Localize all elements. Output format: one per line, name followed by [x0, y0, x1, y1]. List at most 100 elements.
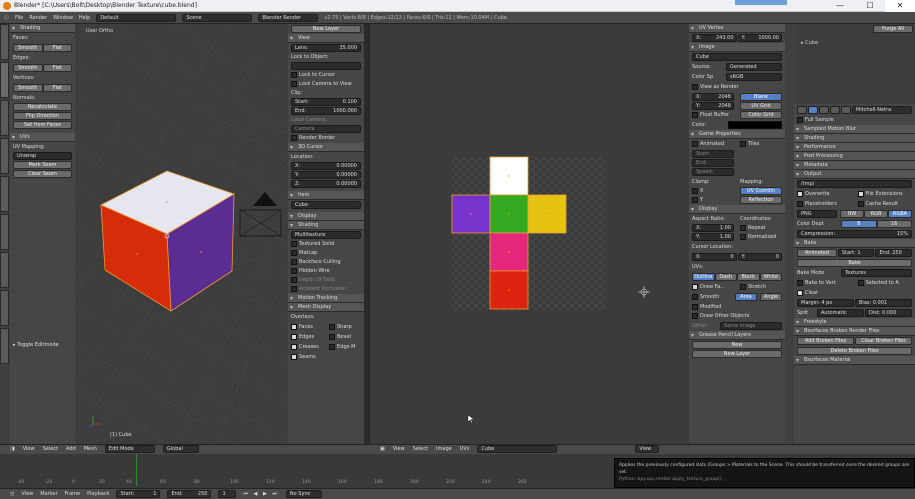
menu-window[interactable]: Window: [53, 15, 73, 21]
flip-direction-button[interactable]: Flip Direction: [13, 112, 72, 120]
3d-cursor-header[interactable]: 3D Cursor: [288, 143, 364, 152]
layout-selector[interactable]: Default: [96, 13, 177, 22]
depth-16-button[interactable]: 16: [876, 220, 912, 228]
smooth-item[interactable]: Smooth: [692, 293, 729, 301]
normalized-checkbox[interactable]: [740, 233, 746, 240]
creases-overlay-row[interactable]: Creases: [291, 343, 323, 351]
clamp-y-checkbox[interactable]: [692, 196, 698, 203]
3d-viewport[interactable]: User Ortho (1) Cube: [75, 24, 288, 444]
ao-checkbox[interactable]: [291, 285, 297, 292]
minimize-button[interactable]: —: [825, 0, 855, 12]
render-border-checkbox[interactable]: [291, 134, 297, 141]
tab-relations[interactable]: [0, 214, 9, 250]
blank-button[interactable]: Blank: [740, 93, 782, 101]
repeat-checkbox[interactable]: [740, 224, 746, 231]
creases-overlay-checkbox[interactable]: [291, 343, 297, 350]
recalculate-button[interactable]: Recalculate: [13, 103, 72, 111]
vertices-flat-button[interactable]: Flat: [42, 84, 72, 92]
add-broken-files-button[interactable]: Add Broken Files: [797, 337, 854, 345]
ao-row[interactable]: Ambient Occlusion: [291, 285, 361, 293]
timeline-editor-icon[interactable]: ◷: [10, 491, 14, 497]
image-name-field[interactable]: Cube: [692, 53, 782, 61]
tl-menu-marker[interactable]: Marker: [40, 491, 57, 497]
draw-faces-item[interactable]: Draw Fa...: [692, 283, 734, 291]
mitchell-netravali-filter[interactable]: Mitchell-Netra: [852, 106, 912, 114]
vp-menu-view[interactable]: View: [23, 446, 35, 452]
render-border-row[interactable]: Render Border: [291, 134, 361, 142]
shading-mode-dropdown[interactable]: Multitexture: [291, 231, 361, 239]
faces-overlay-checkbox[interactable]: [291, 323, 297, 330]
textured-solid-row[interactable]: Textured Solid: [291, 240, 361, 248]
cache-result-item[interactable]: Cache Result: [857, 200, 913, 208]
seams-overlay-checkbox[interactable]: [291, 353, 297, 360]
output-path-field[interactable]: /tmp/: [797, 180, 912, 188]
reflection-button[interactable]: Reflection: [740, 196, 782, 204]
uv-y-field[interactable]: Y: 1000.00: [737, 34, 782, 42]
world-tab-icon[interactable]: [830, 106, 840, 114]
gp-new-layer-button[interactable]: New Layer: [692, 350, 782, 358]
edges-overlay-checkbox[interactable]: [291, 333, 297, 340]
mesh-display-header[interactable]: Mesh Display: [288, 303, 364, 312]
viewport-editor-icon[interactable]: ◨: [10, 446, 15, 452]
scene-tab-icon[interactable]: [819, 106, 829, 114]
color-grid-button[interactable]: Color Grid: [740, 111, 782, 119]
menu-render[interactable]: Render: [29, 15, 47, 21]
view-as-render-checkbox[interactable]: [692, 83, 698, 90]
delete-broken-files-button[interactable]: Delete Broken Files: [797, 347, 912, 355]
tab-options[interactable]: [0, 138, 9, 174]
selected-to-active-item[interactable]: Selected to A: [857, 279, 913, 287]
size-x-field[interactable]: X: 2048: [692, 93, 734, 101]
matcap-checkbox[interactable]: [291, 249, 297, 256]
image-selector[interactable]: Cube: [477, 445, 558, 453]
file-extensions-checkbox[interactable]: [857, 190, 864, 197]
sharp-overlay-row[interactable]: Sharp: [329, 323, 361, 331]
close-button[interactable]: ✕: [885, 0, 915, 12]
tab-grease-pencil[interactable]: [0, 176, 9, 212]
object-tab-icon[interactable]: [841, 106, 851, 114]
dof-checkbox[interactable]: [291, 276, 297, 283]
animated-row[interactable]: Animated: [692, 140, 734, 148]
uv-image-editor[interactable]: [370, 24, 689, 444]
display-header[interactable]: Display: [288, 212, 364, 221]
uvs-header[interactable]: UVs: [10, 133, 75, 142]
cursor-x-field[interactable]: X: 0.00000: [291, 162, 361, 170]
other-dropdown[interactable]: Same image: [720, 322, 782, 330]
source-dropdown[interactable]: Generated: [726, 63, 782, 71]
tl-menu-view[interactable]: View: [21, 491, 33, 497]
clip-end-field[interactable]: End: 1000.000: [291, 107, 361, 115]
render-layers-tab-icon[interactable]: [808, 106, 818, 114]
view-mode-selector[interactable]: View: [635, 445, 660, 453]
animated-checkbox[interactable]: [692, 140, 698, 147]
render-engine-selector[interactable]: Blender Render: [258, 13, 319, 22]
tab-animation[interactable]: [0, 252, 9, 288]
float-buffer-checkbox[interactable]: [692, 111, 698, 118]
anim-start-field[interactable]: Start:: [692, 150, 734, 158]
hidden-wire-checkbox[interactable]: [291, 267, 297, 274]
cursor-z-field[interactable]: Z: 0.00000: [291, 180, 361, 188]
angle-button[interactable]: Angle: [760, 293, 782, 301]
set-from-faces-button[interactable]: Set from Faces: [13, 121, 72, 129]
clear-checkbox[interactable]: [797, 289, 803, 296]
smooth-checkbox[interactable]: [692, 293, 698, 300]
item-name-field[interactable]: Cube: [291, 201, 361, 209]
freestyle-header[interactable]: Freestyle: [794, 318, 915, 327]
modified-row[interactable]: Modified: [692, 303, 782, 311]
tiles-row[interactable]: Tiles: [740, 140, 782, 148]
stretch-item[interactable]: Stretch: [740, 283, 782, 291]
faces-overlay-row[interactable]: Faces: [291, 323, 323, 331]
overwrite-item[interactable]: Overwrite: [797, 190, 852, 198]
normalized-row[interactable]: Normalized: [740, 233, 782, 241]
end-frame-field[interactable]: End: 250: [167, 489, 212, 498]
bake-header[interactable]: Bake: [794, 239, 915, 248]
repeat-row[interactable]: Repeat: [740, 224, 782, 232]
margin-field[interactable]: Margin: 4 px: [797, 299, 854, 307]
bake-button[interactable]: Bake: [797, 259, 912, 267]
faces-flat-button[interactable]: Flat: [42, 44, 72, 52]
placeholders-item[interactable]: Placeholders: [797, 200, 852, 208]
gp-new-button[interactable]: New: [692, 341, 782, 349]
vp-menu-add[interactable]: Add: [66, 446, 76, 452]
playback-buttons[interactable]: ⏮ ◀ ▶ ⏭: [243, 491, 278, 497]
menu-file[interactable]: File: [15, 15, 23, 21]
pivot-selector[interactable]: Global: [162, 445, 199, 453]
outliner-item[interactable]: ▸ Cube: [801, 39, 818, 47]
